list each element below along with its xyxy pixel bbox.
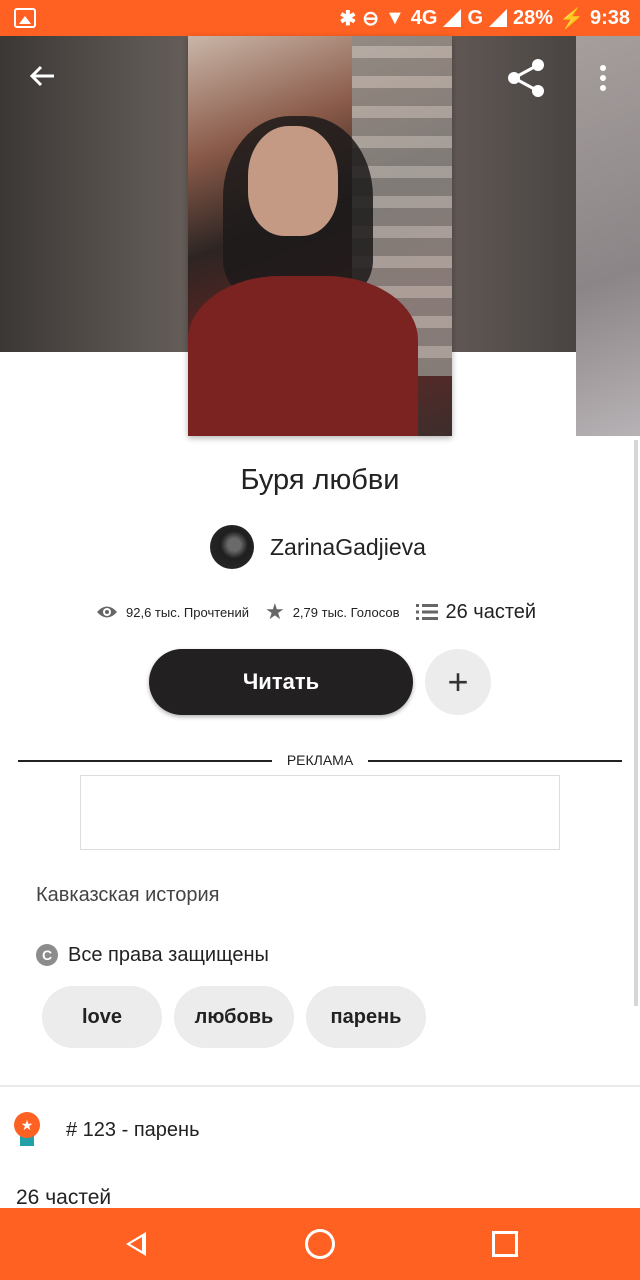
copyright-text: Все права защищены	[68, 943, 269, 966]
tag-chip[interactable]: любовь	[174, 986, 294, 1048]
ad-banner[interactable]	[80, 775, 560, 850]
next-cover-preview[interactable]	[576, 36, 640, 436]
nav-home-button[interactable]	[302, 1226, 338, 1262]
story-description: Кавказская история	[36, 884, 220, 906]
parts-section-heading: 26 частей	[16, 1186, 112, 1209]
status-icons: ✱ ⊖ ▼ 4G G 28% ⚡ 9:38	[339, 4, 630, 32]
cover-face	[248, 126, 338, 236]
back-button[interactable]	[28, 62, 56, 96]
list-icon	[415, 604, 438, 620]
share-icon	[508, 59, 544, 97]
ad-divider-left	[18, 760, 272, 762]
signal-icon-2	[489, 9, 508, 27]
more-vert-icon	[600, 65, 606, 91]
dnd-icon: ⊖	[362, 7, 379, 30]
ranking-badge-icon: ★	[14, 1112, 42, 1148]
arrow-back-icon	[29, 65, 54, 87]
nav-back-button[interactable]	[118, 1226, 154, 1262]
star-icon: ★	[264, 599, 285, 624]
ranking-text: # 123 - парень	[66, 1118, 200, 1141]
battery-charging-icon: ⚡	[559, 7, 584, 30]
navigation-bar	[0, 1208, 640, 1280]
author-name[interactable]: ZarinaGadjieva	[270, 534, 426, 561]
ad-label: РЕКЛАМА	[286, 752, 354, 768]
add-to-library-button[interactable]: +	[425, 649, 491, 715]
avatar[interactable]	[210, 525, 254, 569]
status-bar: ✱ ⊖ ▼ 4G G 28% ⚡ 9:38	[0, 0, 640, 36]
battery-level: 28%	[513, 6, 554, 29]
bluetooth-icon: ✱	[339, 7, 357, 30]
triangle-back-icon	[126, 1232, 146, 1256]
scrollbar[interactable]	[634, 440, 638, 1006]
ad-divider-right	[368, 760, 622, 762]
story-title: Буря любви	[240, 464, 400, 496]
image-notification-icon	[14, 8, 36, 28]
network-type-label: 4G	[410, 6, 438, 29]
share-button[interactable]	[506, 58, 546, 104]
tag-chip[interactable]: парень	[306, 986, 426, 1048]
network-type-label-2: G	[467, 6, 484, 29]
votes-count: 2,79 тыс. Голосов	[292, 604, 400, 620]
eye-icon	[97, 606, 117, 618]
copyright-icon: C	[36, 944, 58, 966]
author-link[interactable]: ZarinaGadjieva	[210, 524, 426, 570]
story-cover-image	[188, 36, 452, 436]
circle-home-icon	[305, 1229, 335, 1259]
ranking-row[interactable]: ★ # 123 - парень	[14, 1110, 200, 1150]
read-button[interactable]: Читать	[149, 649, 413, 715]
parts-count: 26 частей	[445, 600, 537, 623]
copyright-row: C Все права защищены	[36, 940, 269, 970]
more-button[interactable]	[598, 64, 608, 98]
signal-icon	[443, 9, 462, 27]
wifi-icon: ▼	[384, 6, 405, 29]
cover-jacket	[188, 276, 418, 436]
section-divider	[0, 1085, 640, 1087]
square-recents-icon	[492, 1231, 518, 1257]
tag-chip[interactable]: love	[42, 986, 162, 1048]
nav-recents-button[interactable]	[487, 1226, 523, 1262]
reads-count: 92,6 тыс. Прочтений	[126, 604, 249, 620]
story-stats: 92,6 тыс. Прочтений ★ 2,79 тыс. Голосов …	[96, 598, 536, 626]
clock: 9:38	[589, 6, 630, 29]
